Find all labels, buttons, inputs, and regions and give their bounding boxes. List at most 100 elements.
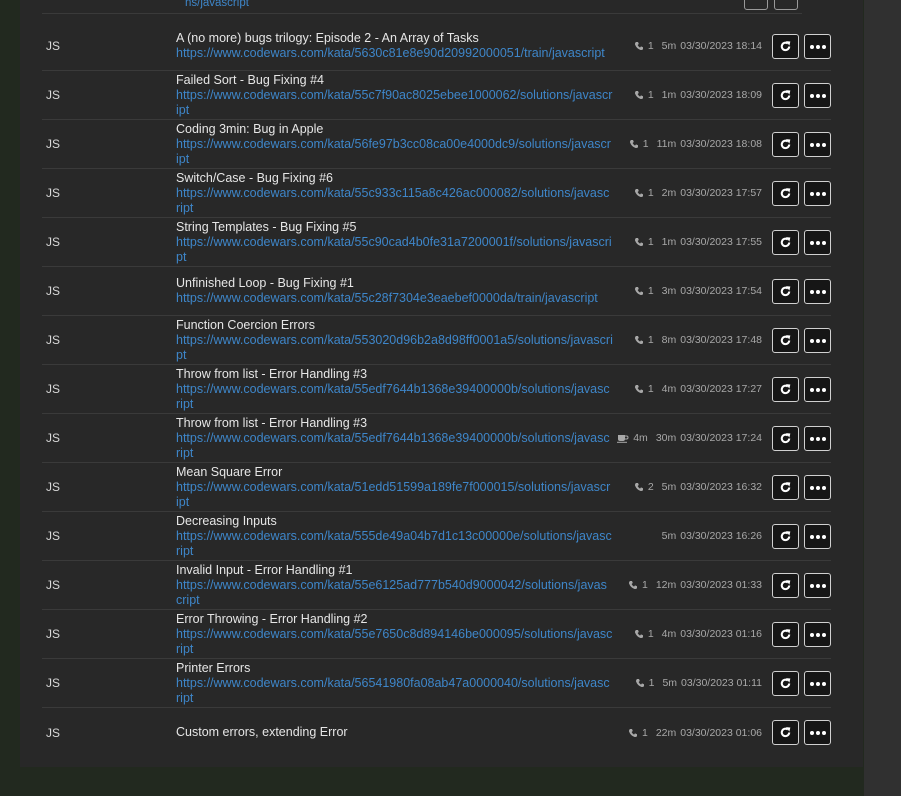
kata-link[interactable]: https://www.codewars.com/kata/553020d96b… — [176, 333, 613, 363]
reload-button[interactable] — [772, 524, 799, 549]
kata-title: Error Throwing - Error Handling #2 — [176, 611, 368, 626]
more-options-button[interactable] — [804, 720, 831, 745]
kata-link[interactable]: https://www.codewars.com/kata/55edf7644b… — [176, 382, 613, 412]
timestamp: 03/30/2023 17:54 — [680, 285, 762, 297]
phone-icon — [628, 580, 642, 590]
duration: 5m — [661, 530, 677, 542]
list-item: JS Mean Square Error https://www.codewars.… — [42, 463, 831, 512]
reload-icon — [779, 285, 792, 298]
reload-button[interactable] — [772, 328, 799, 353]
more-options-button[interactable] — [804, 328, 831, 353]
kata-title: Function Coercion Errors — [176, 317, 315, 332]
kata-link[interactable]: https://www.codewars.com/kata/56541980fa… — [176, 676, 613, 706]
stat-value: 1 — [642, 138, 649, 150]
kata-link[interactable]: https://www.codewars.com/kata/56fe97b3cc… — [176, 137, 613, 167]
duration: 30m — [655, 432, 677, 444]
more-options-button[interactable] — [804, 475, 831, 500]
more-options-button[interactable] — [804, 279, 831, 304]
phone-icon — [634, 335, 648, 345]
kata-link[interactable]: https://www.codewars.com/kata/55c28f7304… — [176, 291, 613, 306]
kata-info: Invalid Input - Error Handling #1 https:/… — [176, 561, 613, 609]
list-item: JS Failed Sort - Bug Fixing #4 https://www… — [42, 71, 831, 120]
reload-button[interactable] — [772, 34, 799, 59]
session-meta: 4m 30m 03/30/2023 17:24 — [617, 414, 762, 462]
list-item: JS Unfinished Loop - Bug Fixing #1 https:/… — [42, 267, 831, 316]
language-label: JS — [46, 186, 61, 200]
kata-link[interactable]: https://www.codewars.com/kata/55c933c115… — [176, 186, 613, 216]
reload-button[interactable] — [772, 181, 799, 206]
more-options-button[interactable] — [804, 83, 831, 108]
partial-more-button[interactable] — [774, 0, 798, 10]
more-options-button[interactable] — [804, 34, 831, 59]
duration: 3m — [661, 285, 677, 297]
more-options-button[interactable] — [804, 230, 831, 255]
ellipsis-icon — [809, 44, 826, 49]
kata-link[interactable]: https://www.codewars.com/kata/55edf7644b… — [176, 431, 613, 461]
more-options-button[interactable] — [804, 671, 831, 696]
language-label: JS — [46, 333, 61, 347]
duration: 2m — [661, 187, 677, 199]
phone-icon — [634, 629, 648, 639]
kata-link[interactable]: https://www.codewars.com/kata/55c7f90ac8… — [176, 88, 613, 118]
reload-button[interactable] — [772, 573, 799, 598]
ellipsis-icon — [809, 485, 826, 490]
kata-link[interactable]: https://www.codewars.com/kata/55c90cad4b… — [176, 235, 613, 265]
phone-icon — [634, 482, 648, 492]
phone-icon — [628, 728, 642, 738]
timestamp: 03/30/2023 01:06 — [680, 726, 762, 739]
more-options-button[interactable] — [804, 573, 831, 598]
reload-icon — [779, 530, 792, 543]
partial-reload-button[interactable] — [744, 0, 768, 10]
more-options-button[interactable] — [804, 622, 831, 647]
kata-title: Mean Square Error — [176, 464, 283, 479]
kata-title: String Templates - Bug Fixing #5 — [176, 219, 357, 234]
language-label: JS — [46, 676, 61, 690]
kata-info: A (no more) bugs trilogy: Episode 2 - An… — [176, 22, 613, 70]
reload-button[interactable] — [772, 230, 799, 255]
reload-button[interactable] — [772, 83, 799, 108]
reload-button[interactable] — [772, 132, 799, 157]
kata-title: A (no more) bugs trilogy: Episode 2 - An… — [176, 31, 479, 45]
language-label: JS — [46, 529, 61, 543]
kata-info: Failed Sort - Bug Fixing #4 https://www.c… — [176, 71, 613, 119]
reload-button[interactable] — [772, 720, 799, 745]
reload-button[interactable] — [772, 671, 799, 696]
more-options-button[interactable] — [804, 426, 831, 451]
reload-button[interactable] — [772, 279, 799, 304]
kata-link[interactable]: https://www.codewars.com/kata/51edd51599… — [176, 480, 613, 510]
partial-row-url[interactable]: ns/javascript — [185, 0, 249, 9]
kata-title: Failed Sort - Bug Fixing #4 — [176, 72, 324, 87]
duration: 4m — [661, 628, 677, 640]
session-meta: 1 3m 03/30/2023 17:54 — [634, 267, 762, 315]
reload-button[interactable] — [772, 426, 799, 451]
ellipsis-icon — [809, 730, 826, 735]
phone-icon — [634, 90, 648, 100]
ellipsis-icon — [809, 583, 826, 588]
kata-title: Custom errors, extending Error — [176, 725, 348, 739]
ellipsis-icon — [809, 289, 826, 294]
more-options-button[interactable] — [804, 524, 831, 549]
kata-link[interactable]: https://www.codewars.com/kata/5630c81e8e… — [176, 46, 613, 61]
kata-link[interactable]: https://www.codewars.com/kata/555de49a04… — [176, 529, 613, 559]
kata-info: Coding 3min: Bug in Apple https://www.cod… — [176, 120, 613, 168]
kata-link[interactable]: https://www.codewars.com/kata/55e6125ad7… — [176, 578, 613, 608]
timestamp: 03/30/2023 01:11 — [681, 677, 762, 689]
stat-value: 1 — [641, 726, 648, 739]
list-item: JS Throw from list - Error Handling #3 htt… — [42, 365, 831, 414]
kata-link[interactable]: https://www.codewars.com/kata/55e7650c8d… — [176, 627, 613, 657]
more-options-button[interactable] — [804, 377, 831, 402]
list-item: JS Function Coercion Errors https://www.co… — [42, 316, 831, 365]
kata-info: Function Coercion Errors https://www.code… — [176, 316, 613, 364]
more-options-button[interactable] — [804, 181, 831, 206]
kata-title: Invalid Input - Error Handling #1 — [176, 562, 353, 577]
reload-button[interactable] — [772, 622, 799, 647]
more-options-button[interactable] — [804, 132, 831, 157]
stat-value: 1 — [641, 579, 648, 591]
reload-button[interactable] — [772, 475, 799, 500]
reload-icon — [779, 677, 792, 690]
list-item: JS Throw from list - Error Handling #3 htt… — [42, 414, 831, 463]
timestamp: 03/30/2023 01:16 — [680, 628, 762, 640]
session-meta: 1 2m 03/30/2023 17:57 — [634, 169, 762, 217]
kata-info: Unfinished Loop - Bug Fixing #1 https://w… — [176, 267, 613, 315]
reload-button[interactable] — [772, 377, 799, 402]
